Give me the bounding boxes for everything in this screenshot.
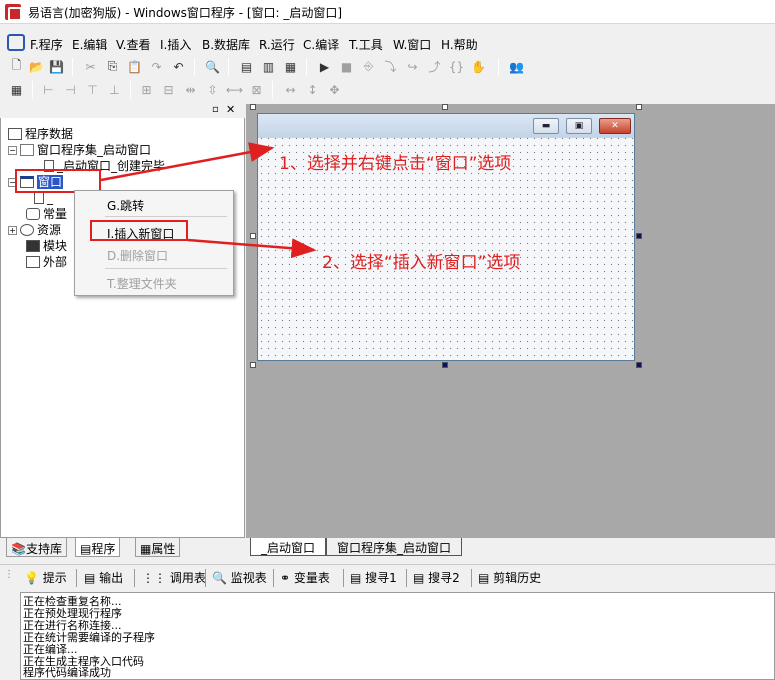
tab-startup-window[interactable]: _启动窗口 (250, 538, 327, 556)
watch-icon: 🔍 (212, 571, 227, 585)
grip-icon: ⋮ (4, 569, 14, 580)
tab-label: 搜寻1 (365, 571, 397, 585)
tab-label: 剪辑历史 (493, 571, 542, 585)
tab-search1[interactable]: ▤ 搜寻1 (350, 569, 397, 587)
call-table-icon: ⋮⋮ (142, 571, 166, 585)
tab-clip-history[interactable]: ▤ 剪辑历史 (478, 569, 541, 587)
tab-separator (205, 569, 206, 587)
tab-support-library[interactable]: 📚支持库 (6, 538, 67, 557)
properties-icon: ▦ (140, 542, 152, 556)
search-icon: ▤ (413, 571, 425, 585)
tab-output[interactable]: ▤ 输出 (84, 569, 123, 587)
tab-label: 支持库 (25, 542, 62, 556)
tab-search2[interactable]: ▤ 搜寻2 (413, 569, 460, 587)
tab-label: 输出 (99, 571, 124, 585)
tab-separator (76, 569, 77, 587)
tab-label: 监视表 (230, 571, 267, 585)
tab-properties[interactable]: ▦属性 (135, 538, 181, 557)
output-line: 程序代码编译成功 (23, 666, 111, 679)
arrow-step2 (187, 238, 317, 259)
annotation-step2: 2、选择“插入新窗口”选项 (322, 253, 521, 273)
search-icon: ▤ (350, 571, 362, 585)
tab-separator (471, 569, 472, 587)
annotation-step1: 1、选择并右键点击“窗口”选项 (279, 154, 512, 174)
tab-hint[interactable]: 💡 提示 (24, 569, 67, 587)
tab-label: 变量表 (293, 571, 330, 585)
tab-label: 属性 (151, 542, 176, 556)
tab-label: 程序 (91, 542, 116, 556)
tab-label: 调用表 (169, 571, 206, 585)
variables-icon: ⚭ (280, 571, 291, 585)
tab-label: 搜寻2 (428, 571, 460, 585)
hint-icon: 💡 (24, 571, 39, 585)
library-icon: 📚 (11, 542, 26, 556)
tab-watch[interactable]: 🔍 监视表 (212, 569, 267, 587)
tab-separator (406, 569, 407, 587)
tab-separator (273, 569, 274, 587)
program-icon: ▤ (80, 542, 92, 556)
arrow-step1 (100, 142, 275, 182)
output-icon: ▤ (84, 571, 96, 585)
tab-separator (134, 569, 135, 587)
clipboard-icon: ▤ (478, 571, 490, 585)
tab-program[interactable]: ▤程序 (75, 538, 121, 557)
tab-call-stack[interactable]: ⋮⋮ 调用表 (142, 569, 206, 587)
tab-variables[interactable]: ⚭ 变量表 (280, 569, 330, 587)
tab-label: 提示 (42, 571, 67, 585)
tab-window-set[interactable]: 窗口程序集_启动窗口 (326, 538, 463, 556)
tab-separator (343, 569, 344, 587)
